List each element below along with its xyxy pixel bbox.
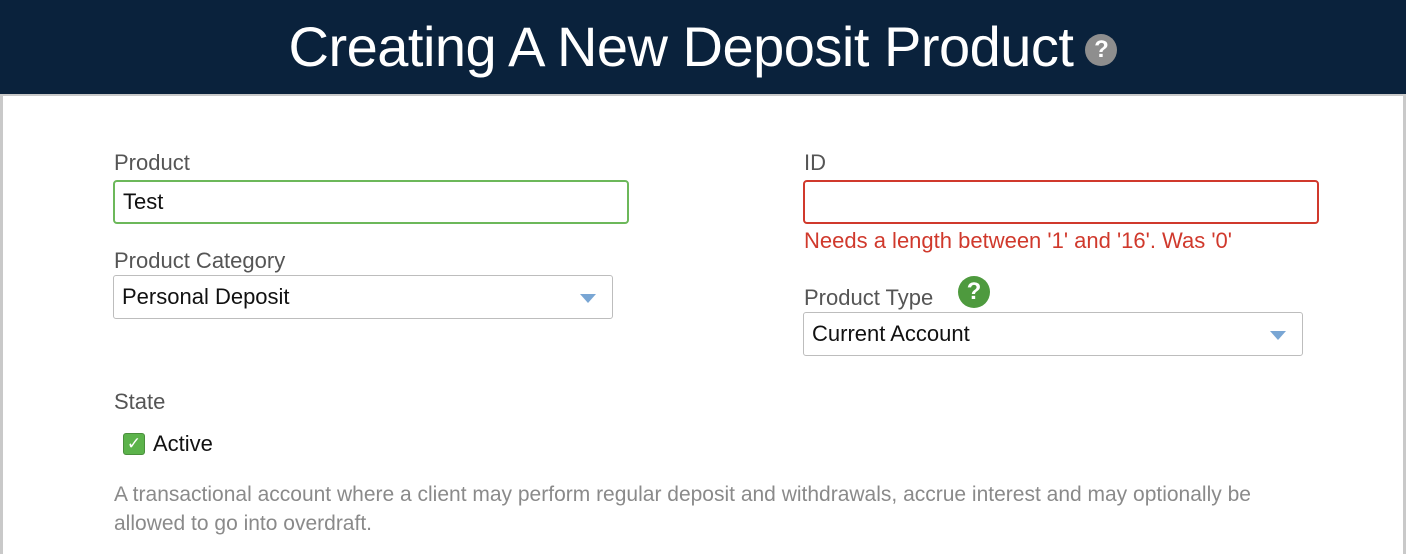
- product-category-select[interactable]: Personal Deposit: [113, 275, 613, 319]
- product-type-select[interactable]: Current Account: [803, 312, 1303, 356]
- dialog-header: Creating A New Deposit Product ?: [0, 0, 1406, 96]
- product-category-value: Personal Deposit: [122, 284, 290, 309]
- active-checkbox-label[interactable]: Active: [153, 431, 213, 457]
- question-icon[interactable]: ?: [958, 276, 990, 308]
- state-label: State: [114, 389, 166, 414]
- chevron-down-icon: [580, 294, 596, 303]
- product-type-label: Product Type: [804, 285, 934, 310]
- question-icon[interactable]: ?: [1085, 34, 1118, 66]
- active-checkbox[interactable]: ✓: [123, 433, 145, 455]
- product-description: A transactional account where a client m…: [114, 483, 1251, 535]
- id-input[interactable]: [803, 180, 1319, 224]
- id-error-message: Needs a length between '1' and '16'. Was…: [804, 228, 1232, 253]
- product-input-value: Test: [123, 189, 164, 214]
- page-title: Creating A New Deposit Product: [288, 15, 1074, 78]
- chevron-down-icon: [1270, 331, 1286, 340]
- product-label: Product: [114, 150, 190, 175]
- id-label: ID: [804, 150, 826, 175]
- product-type-value: Current Account: [812, 321, 970, 346]
- product-input[interactable]: Test: [113, 180, 629, 224]
- product-category-label: Product Category: [114, 248, 286, 273]
